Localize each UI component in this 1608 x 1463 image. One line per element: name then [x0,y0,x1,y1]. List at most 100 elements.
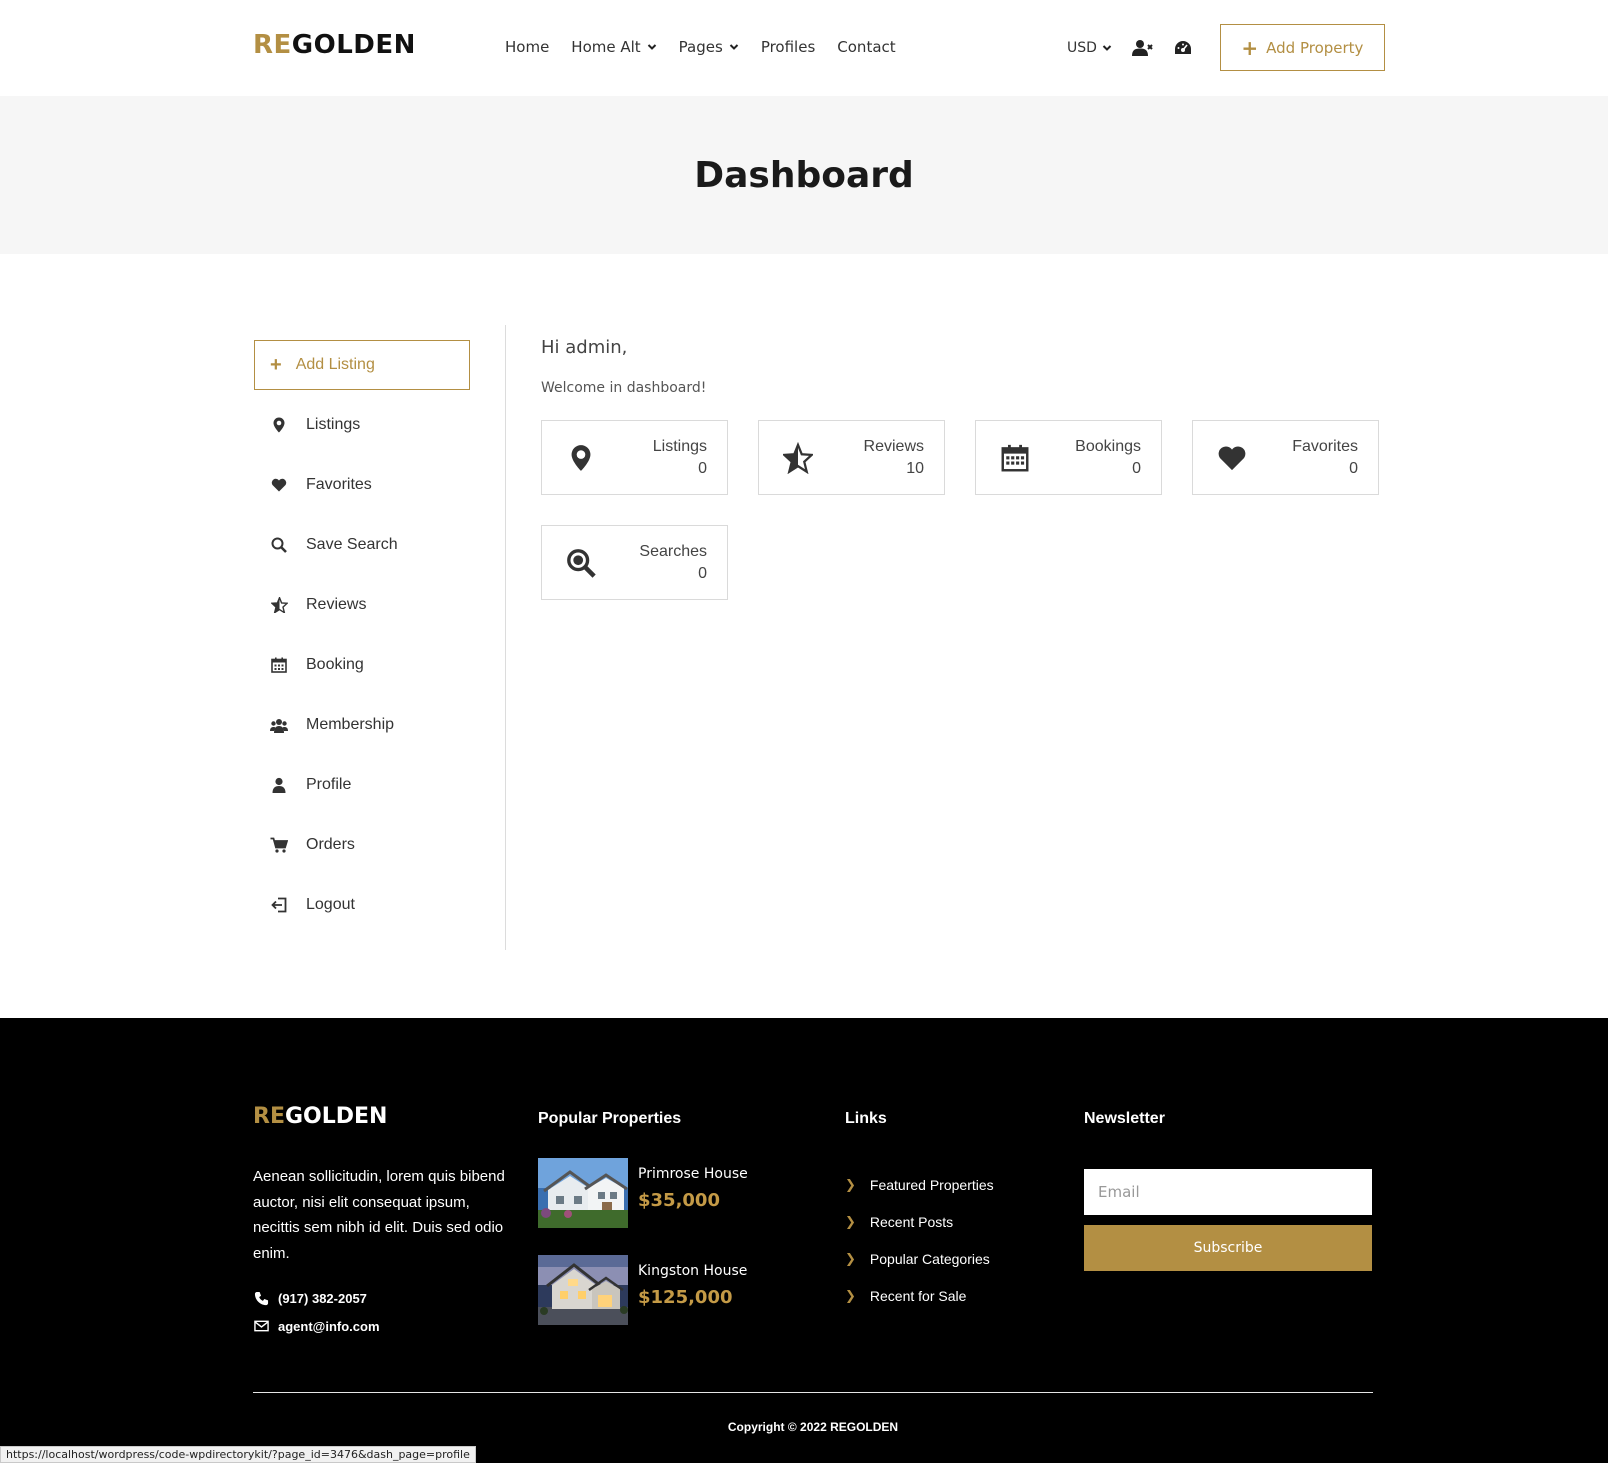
search-icon [566,546,596,580]
main-nav: Home Home Alt Pages Profiles Contact [505,38,918,56]
footer-about-text: Aenean sollicitudin, lorem quis bibend a… [253,1168,505,1262]
nav-profiles[interactable]: Profiles [761,38,815,56]
map-pin-icon [270,416,288,434]
sidebar-item-save-search[interactable]: Save Search [254,515,470,575]
sidebar-item-label: Logout [306,896,355,913]
nav-pages[interactable]: Pages [679,38,739,56]
stat-card-bookings[interactable]: Bookings 0 [975,420,1162,495]
sidebar-item-label: Booking [306,656,364,673]
sidebar-item-label: Favorites [306,476,372,493]
stat-value: 0 [698,565,707,582]
user-login-icon[interactable] [1131,38,1154,58]
stat-card-searches[interactable]: Searches 0 [541,525,728,600]
header-actions: USD + Add Property [1067,24,1385,71]
sidebar-item-membership[interactable]: Membership [254,695,470,755]
currency-selector[interactable]: USD [1067,40,1112,56]
property-name[interactable]: Primrose House [638,1166,748,1182]
chevron-right-icon: ❯ [845,1213,856,1229]
sidebar-item-listings[interactable]: Listings [254,395,470,455]
links-heading: Links [845,1110,887,1127]
stat-label: Searches [639,543,707,560]
add-property-button[interactable]: + Add Property [1219,24,1385,71]
currency-label: USD [1067,39,1097,56]
star-icon [270,596,288,614]
chevron-right-icon: ❯ [845,1287,856,1303]
footer-link-label: Featured Properties [869,1176,994,1193]
logo-accent: RE [253,30,292,60]
property-info: Kingston House $125,000 [638,1255,747,1325]
property-item[interactable]: Kingston House $125,000 [538,1255,747,1325]
property-name[interactable]: Kingston House [638,1263,747,1279]
stat-label: Favorites [1292,438,1358,455]
sidebar-item-booking[interactable]: Booking [254,635,470,695]
sidebar-item-profile[interactable]: Profile [254,755,470,815]
stat-label: Bookings [1075,438,1141,455]
footer-link[interactable]: ❯ Popular Categories [845,1240,994,1277]
dashboard-gauge-icon[interactable] [1172,38,1194,58]
calendar-icon [270,656,288,674]
sidebar-item-label: Reviews [306,596,367,613]
site-header: REGOLDEN Home Home Alt Pages Profiles Co… [0,0,1608,96]
footer-link[interactable]: ❯ Featured Properties [845,1166,994,1203]
sidebar-item-label: Membership [306,716,395,733]
subscribe-button[interactable]: Subscribe [1084,1225,1372,1271]
sidebar-item-label: Save Search [306,536,398,553]
footer-link-label: Popular Categories [869,1250,990,1267]
phone-text: (917) 382-2057 [278,1290,367,1306]
nav-contact[interactable]: Contact [837,38,895,56]
property-price: $35,000 [638,1190,720,1211]
stat-card-listings[interactable]: Listings 0 [541,420,728,495]
property-item[interactable]: Primrose House $35,000 [538,1158,748,1228]
property-thumbnail[interactable] [538,1255,628,1325]
property-thumbnail[interactable] [538,1158,628,1228]
add-listing-label: Add Listing [295,356,375,373]
phone-icon [253,1290,269,1306]
calendar-icon [1000,441,1030,475]
chevron-down-icon [647,44,656,50]
footer-email[interactable]: agent@info.com [253,1318,380,1334]
newsletter-heading: Newsletter [1084,1110,1165,1127]
logout-icon [270,896,288,914]
stat-card-reviews[interactable]: Reviews 10 [758,420,945,495]
sidebar-item-reviews[interactable]: Reviews [254,575,470,635]
site-logo[interactable]: REGOLDEN [253,30,416,60]
add-listing-button[interactable]: + Add Listing [254,340,470,390]
sidebar-item-label: Listings [306,416,361,433]
footer-link[interactable]: ❯ Recent for Sale [845,1277,994,1314]
sidebar-item-logout[interactable]: Logout [254,875,470,935]
newsletter-email-input[interactable] [1084,1169,1372,1215]
nav-profiles-label: Profiles [760,38,816,56]
footer-link-label: Recent for Sale [869,1287,967,1304]
nav-home-label: Home [505,38,550,56]
heart-icon [270,476,288,494]
nav-home[interactable]: Home [505,38,549,56]
page-banner: Dashboard [0,96,1608,254]
logo-text: GOLDEN [284,1104,388,1129]
footer-link[interactable]: ❯ Recent Posts [845,1203,994,1240]
footer-phone[interactable]: (917) 382-2057 [253,1290,367,1306]
stats-cards: Listings 0 Reviews 10 Bookings 0 Favorit… [541,420,1381,600]
search-icon [270,536,288,554]
chevron-right-icon: ❯ [845,1176,856,1192]
heart-icon [1217,441,1247,475]
footer-logo[interactable]: REGOLDEN [253,1104,387,1129]
users-icon [270,716,288,734]
sidebar-item-orders[interactable]: Orders [254,815,470,875]
footer-link-label: Recent Posts [869,1213,954,1230]
browser-status-bar: https://localhost/wordpress/code-wpdirec… [0,1446,476,1463]
page-title: Dashboard [694,154,914,196]
user-icon [270,776,288,794]
plus-icon: + [1241,35,1259,60]
cart-icon [270,836,288,854]
sidebar-item-favorites[interactable]: Favorites [254,455,470,515]
logo-text: GOLDEN [291,30,416,60]
nav-home-alt[interactable]: Home Alt [571,38,656,56]
greeting-text: Hi admin, [541,337,628,358]
stat-label: Reviews [863,438,924,455]
sidebar-item-label: Orders [306,836,355,853]
footer-links: ❯ Featured Properties ❯ Recent Posts ❯ Popu… [845,1166,994,1314]
stat-value: 0 [1349,460,1358,477]
stat-card-favorites[interactable]: Favorites 0 [1192,420,1379,495]
nav-contact-label: Contact [837,38,896,56]
sidebar-menu: Listings Favorites Save Search Reviews B… [254,395,470,935]
